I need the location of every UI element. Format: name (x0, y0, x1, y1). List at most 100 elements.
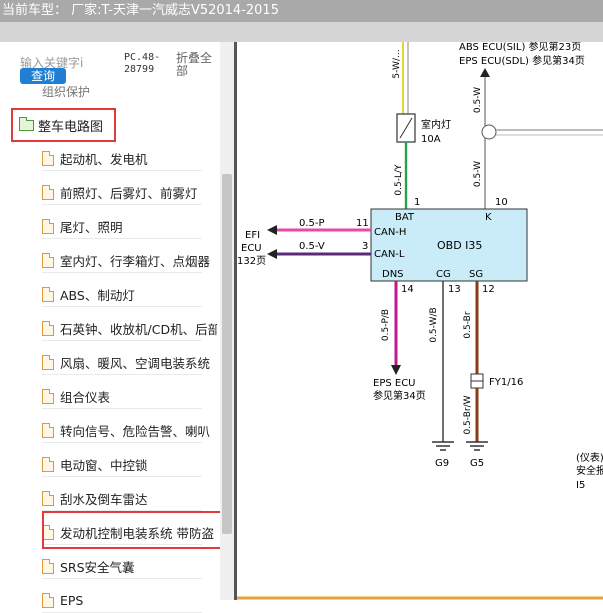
wiring-diagram: 5-W/... 室内灯 10A 0.5-L/Y 1 ABS ECU(SIL) 参… (237, 40, 603, 600)
document-icon (42, 592, 54, 608)
pin-dns: DNS (382, 269, 404, 280)
tree-item[interactable]: EPS (42, 587, 217, 613)
wire-p-label: 0.5-P (299, 218, 325, 229)
title-bar: 当前车型： 厂家:T-天津一汽威志V52014-2015 (0, 0, 603, 22)
wire-br-label: 0.5-Br (463, 311, 473, 338)
tree-item[interactable]: SRS安全气囊 (42, 553, 217, 579)
side-note-3: I5 (576, 480, 585, 491)
tree-item-label: 石英钟、收放机/CD机、后部 (60, 321, 217, 337)
model-code: PC.48-28799 (124, 52, 161, 75)
tree-item-separator (42, 272, 202, 273)
efi-page: 132页 (237, 255, 266, 267)
tree-item-label: SRS安全气囊 (60, 559, 135, 575)
document-icon (42, 558, 54, 574)
module-name: OBD I35 (437, 239, 482, 252)
toolbar-strip (0, 22, 603, 42)
pin-bat-number: 1 (414, 197, 420, 208)
tree-item[interactable]: ABS、制动灯 (42, 281, 217, 307)
document-icon (42, 388, 54, 404)
top-wire-label: 5-W/... (392, 49, 402, 78)
scrollbar-thumb[interactable] (222, 174, 232, 534)
arrow-down-dns (391, 365, 401, 375)
document-icon (42, 184, 54, 200)
tree-item-separator (42, 476, 202, 477)
tree-item-label: ABS、制动灯 (60, 287, 135, 303)
efi-label: EFI (245, 230, 260, 241)
tree-item[interactable]: 室内灯、行李箱灯、点烟器 (42, 247, 217, 273)
side-note-1: (仪表) (576, 451, 603, 464)
eps-ecu-label: EPS ECU (373, 378, 416, 389)
pin-sg-number: 12 (482, 284, 495, 295)
tree-item[interactable]: 石英钟、收放机/CD机、后部 (42, 315, 217, 341)
wire-pb-label: 0.5-P/B (381, 309, 391, 341)
tree-item[interactable]: 刮水及倒车雷达 (42, 485, 217, 511)
pin-canl-number: 3 (362, 241, 368, 252)
document-icon (42, 422, 54, 438)
tree-item-label: 风扇、暖风、空调电装系统 (60, 355, 211, 371)
arrow-up (480, 68, 490, 77)
arrow-left-canl (267, 249, 277, 259)
pin-cg-number: 13 (448, 284, 461, 295)
ground-g9-label: G9 (435, 458, 449, 469)
tree-item-separator (42, 170, 202, 171)
pin-canh: CAN-H (374, 227, 406, 238)
pin-k: K (485, 212, 492, 223)
document-icon (42, 354, 54, 370)
document-icon (42, 320, 54, 336)
tree-item[interactable]: 尾灯、照明 (42, 213, 217, 239)
search-button[interactable]: 查询 (20, 68, 66, 84)
fuse-rating: 10A (421, 134, 441, 145)
selected-highlight (42, 511, 227, 549)
splice-node (481, 124, 497, 140)
tree-item-separator (42, 408, 202, 409)
tree-item-label: EPS (60, 592, 84, 608)
tree-item-label: 尾灯、照明 (60, 219, 123, 235)
wire-wb-label: 0.5-W/B (429, 307, 439, 342)
wire-v-label: 0.5-V (299, 241, 325, 252)
tree-item[interactable]: 组合仪表 (42, 383, 217, 409)
tree-item[interactable]: 电动窗、中控锁 (42, 451, 217, 477)
tree-folder-wiring[interactable]: 整车电路图 (11, 108, 116, 142)
pin-cg: CG (436, 269, 451, 280)
pin-dns-number: 14 (401, 284, 414, 295)
pin-bat: BAT (395, 212, 415, 223)
collapse-all-button[interactable]: 折叠全部 (176, 52, 222, 78)
eps-ecu-page: 参见第34页 (373, 389, 426, 402)
pin-sg: SG (469, 269, 483, 280)
pin-k-number: 10 (495, 197, 508, 208)
eps-reference: EPS ECU(SDL) 参见第34页 (459, 54, 585, 67)
wiring-diagram-svg: 5-W/... 室内灯 10A 0.5-L/Y 1 ABS ECU(SIL) 参… (237, 40, 603, 600)
tree-item[interactable]: 风扇、暖风、空调电装系统 (42, 349, 217, 375)
tree-item-label: 电动窗、中控锁 (60, 457, 148, 473)
wire-ly-label: 0.5-L/Y (394, 164, 404, 196)
wire-w-label-lower: 0.5-W (473, 161, 483, 187)
tree-item-label: 转向信号、危险告警、喇叭 (60, 423, 211, 439)
tree-item[interactable]: 转向信号、危险告警、喇叭 (42, 417, 217, 443)
wire-w-label-upper: 0.5-W (473, 87, 483, 113)
ground-g5-label: G5 (470, 458, 484, 469)
folder-label: 整车电路图 (38, 119, 104, 135)
tree-item[interactable]: 前照灯、后雾灯、前雾灯 (42, 179, 217, 205)
tree-item-separator (42, 204, 202, 205)
partial-item-label: 组织保护 (42, 84, 91, 99)
document-icon (42, 490, 54, 506)
tree-item-separator (42, 442, 202, 443)
folder-open-icon (19, 116, 34, 131)
document-icon (42, 218, 54, 234)
tree-item-label: 前照灯、后雾灯、前雾灯 (60, 185, 198, 201)
tree-item[interactable]: 起动机、发电机 (42, 145, 217, 171)
tree-item-label: 组合仪表 (60, 389, 111, 405)
left-panel: 输入关键字i 查询 PC.48-28799 折叠全部 组织保护 整车电路图 起动… (0, 42, 237, 613)
tree-item-separator (42, 238, 202, 239)
tree-item-separator (42, 578, 202, 579)
ecu-label: ECU (241, 243, 262, 254)
pin-canh-number: 11 (356, 218, 369, 229)
fuse-name: 室内灯 (421, 118, 451, 131)
pin-canl: CAN-L (374, 249, 405, 260)
tree-item-label: 刮水及倒车雷达 (60, 491, 148, 507)
tree-item-label: 室内灯、行李箱灯、点烟器 (60, 253, 211, 269)
arrow-left-canh (267, 225, 277, 235)
fy-label: FY1/16 (489, 377, 523, 388)
side-note-2: 安全报 (576, 464, 603, 477)
list-item-partial[interactable]: 组织保护 (42, 84, 91, 99)
